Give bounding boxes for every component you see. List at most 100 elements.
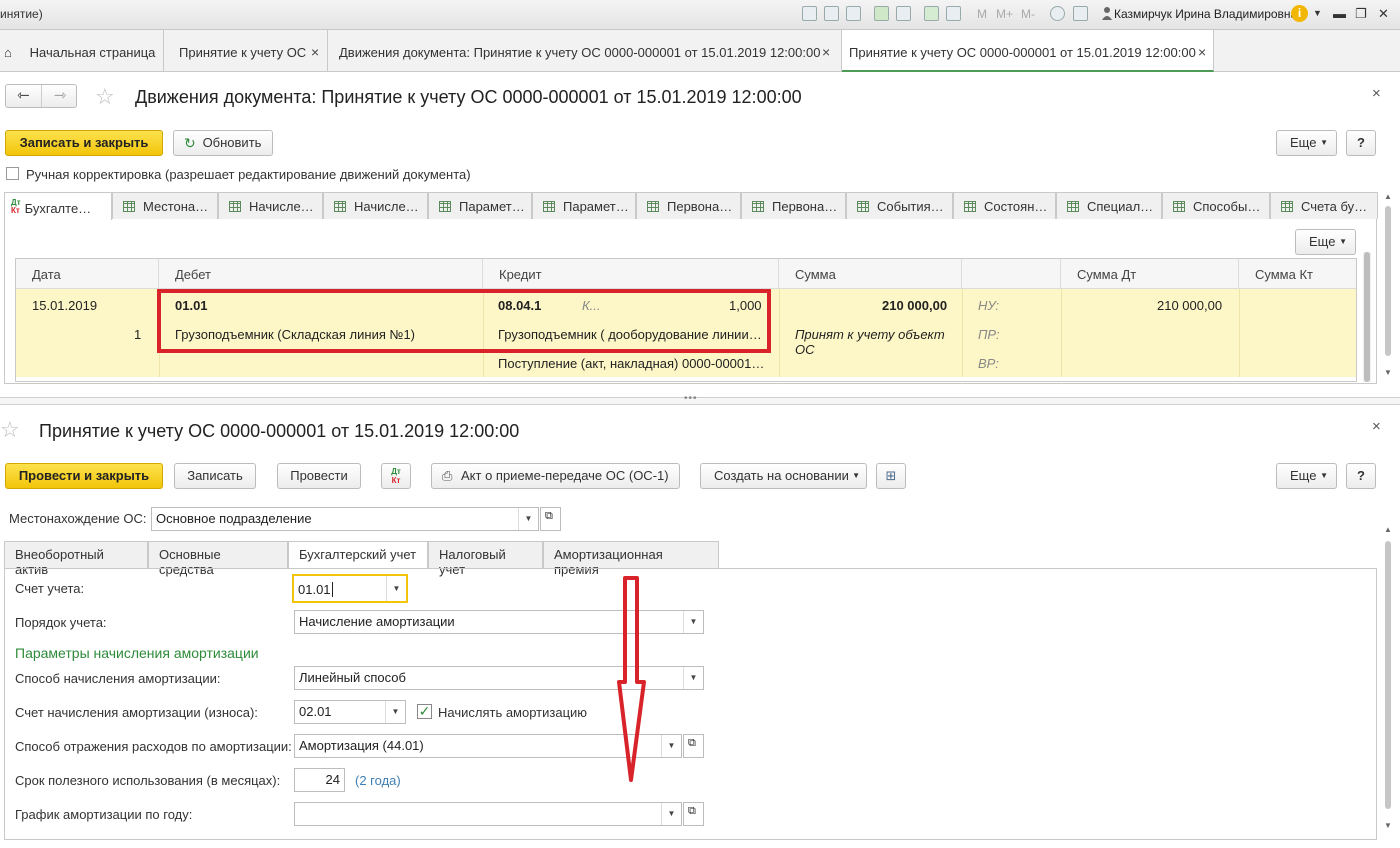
account-field[interactable]: 01.01 ▼ xyxy=(292,574,408,603)
close-window-icon[interactable]: ✕ xyxy=(1378,6,1389,22)
open-icon[interactable]: ⧉ xyxy=(540,507,561,531)
panel-scrollbar[interactable]: ▲ ▼ xyxy=(1384,192,1392,382)
nu-label: НУ: xyxy=(978,298,1000,313)
tab-document[interactable]: Принятие к учету ОС 0000-000001 от 15.01… xyxy=(842,30,1214,72)
tab-register-6[interactable]: Первона… xyxy=(636,192,741,219)
tab-noncurrent-asset[interactable]: Внеоборотный актив xyxy=(4,541,148,577)
tab-label: Бухгалте… xyxy=(24,201,92,216)
col-debit[interactable]: Дебет xyxy=(159,259,483,289)
tab-register-5[interactable]: Парамет… xyxy=(532,192,636,219)
col-credit[interactable]: Кредит xyxy=(483,259,779,289)
tab-register-7[interactable]: Первона… xyxy=(741,192,846,219)
panel-icon[interactable] xyxy=(1073,6,1088,21)
calculator-icon[interactable] xyxy=(924,6,939,21)
tab-label: Местона… xyxy=(143,199,209,214)
tab-depreciation-bonus[interactable]: Амортизационная премия xyxy=(543,541,719,577)
act-label: Акт о приеме-передаче ОС (ОС-1) xyxy=(461,468,669,483)
mail-icon[interactable] xyxy=(896,6,911,21)
table-scrollbar[interactable] xyxy=(1363,252,1371,382)
close-icon[interactable]: × xyxy=(822,44,830,60)
upload-icon[interactable] xyxy=(874,6,889,21)
restore-icon[interactable]: ❐ xyxy=(1355,6,1367,22)
m-button[interactable]: M xyxy=(977,7,987,21)
m-plus-button[interactable]: M+ xyxy=(996,7,1013,21)
chevron-down-icon[interactable]: ▼ xyxy=(661,803,681,825)
save-and-close-button[interactable]: Записать и закрыть xyxy=(5,130,163,156)
tab-register-4[interactable]: Парамет… xyxy=(428,192,532,219)
col-sum-dt[interactable]: Сумма Дт xyxy=(1061,259,1239,289)
chevron-down-icon[interactable]: ▼ xyxy=(385,701,405,723)
close-icon[interactable]: × xyxy=(1372,418,1381,435)
tab-register-2[interactable]: Начисле… xyxy=(218,192,323,219)
chevron-down-icon[interactable]: ▼ xyxy=(386,576,406,601)
open-icon[interactable]: ⧉ xyxy=(683,734,704,758)
col-date[interactable]: Дата xyxy=(16,259,159,289)
minimize-icon[interactable]: ▬ xyxy=(1333,6,1346,21)
save-icon[interactable] xyxy=(802,6,817,21)
calendar-icon[interactable] xyxy=(946,6,961,21)
more-button[interactable]: Еще ▼ xyxy=(1276,130,1337,156)
favorite-star-icon[interactable]: ☆ xyxy=(0,417,20,443)
document-scrollbar[interactable]: ▲ ▼ xyxy=(1384,525,1392,835)
schedule-field[interactable]: ▼ xyxy=(294,802,682,826)
create-based-label: Создать на основании xyxy=(714,468,849,483)
chevron-down-icon[interactable]: ▼ xyxy=(518,508,538,530)
back-arrow-icon[interactable]: ⇽ xyxy=(6,85,42,107)
chevron-down-icon[interactable]: ▼ xyxy=(683,611,703,633)
col-sum[interactable]: Сумма xyxy=(779,259,962,289)
zoom-icon[interactable] xyxy=(1050,6,1065,21)
term-field[interactable]: 24 xyxy=(294,768,345,792)
tab-register-8[interactable]: События… xyxy=(846,192,953,219)
manual-edit-checkbox[interactable] xyxy=(6,167,19,180)
tab-home[interactable]: ⌂ Начальная страница xyxy=(0,30,164,72)
splitter[interactable]: ••• xyxy=(0,393,1400,405)
print-icon[interactable] xyxy=(824,6,839,21)
forward-arrow-icon[interactable]: ⇾ xyxy=(42,85,78,107)
tab-tax[interactable]: Налоговый учет xyxy=(428,541,543,577)
tab-register-9[interactable]: Состоян… xyxy=(953,192,1056,219)
help-button[interactable]: ? xyxy=(1346,130,1376,156)
tab-label: Парамет… xyxy=(563,199,629,214)
more-button[interactable]: Еще ▼ xyxy=(1276,463,1337,489)
chevron-down-icon[interactable]: ▼ xyxy=(1313,8,1322,18)
close-icon[interactable]: × xyxy=(1372,85,1381,102)
post-and-close-button[interactable]: Провести и закрыть xyxy=(5,463,163,489)
tab-fixed-assets[interactable]: Основные средства xyxy=(148,541,288,577)
col-sum-kt[interactable]: Сумма Кт xyxy=(1239,259,1356,289)
help-button[interactable]: ? xyxy=(1346,463,1376,489)
open-icon[interactable]: ⧉ xyxy=(683,802,704,826)
dep-account-field[interactable]: 02.01 ▼ xyxy=(294,700,406,724)
m-minus-button[interactable]: M- xyxy=(1021,7,1035,21)
user-name[interactable]: Казмирчук Ирина Владимировна xyxy=(1114,7,1297,21)
expense-label: Способ отражения расходов по амортизации… xyxy=(15,739,292,754)
preview-icon[interactable] xyxy=(846,6,861,21)
close-icon[interactable]: × xyxy=(311,44,319,60)
act-os1-button[interactable]: ⎙ Акт о приеме-передаче ОС (ОС-1) xyxy=(431,463,680,489)
tab-register-1[interactable]: Местона… xyxy=(112,192,218,219)
favorite-star-icon[interactable]: ☆ xyxy=(95,84,115,110)
location-field[interactable]: Основное подразделение ▼ xyxy=(151,507,539,531)
dep-account-label: Счет начисления амортизации (износа): xyxy=(15,705,258,720)
refresh-button[interactable]: ↻ Обновить xyxy=(173,130,273,156)
post-button[interactable]: Провести xyxy=(277,463,361,489)
chevron-down-icon[interactable]: ▼ xyxy=(683,667,703,689)
tab-register-3[interactable]: Начисле… xyxy=(323,192,428,219)
tab-os-list[interactable]: Принятие к учету ОС × xyxy=(164,30,328,72)
chevron-down-icon[interactable]: ▼ xyxy=(661,735,681,757)
info-icon[interactable]: i xyxy=(1291,5,1308,22)
structure-icon[interactable]: ⊞ xyxy=(876,463,906,489)
tab-movements[interactable]: Движения документа: Принятие к учету ОС … xyxy=(328,30,842,72)
create-based-button[interactable]: Создать на основании ▼ xyxy=(700,463,867,489)
term-hint: (2 года) xyxy=(355,773,401,788)
tab-register-10[interactable]: Специал… xyxy=(1056,192,1162,219)
tab-register-11[interactable]: Способы… xyxy=(1162,192,1270,219)
pr-label: ПР: xyxy=(978,327,1000,342)
tab-accounting[interactable]: Дт Кт Бухгалте… xyxy=(4,192,112,220)
tab-register-12[interactable]: Счета бу… xyxy=(1270,192,1378,219)
dt-kt-button[interactable]: Дт Кт xyxy=(381,463,411,489)
close-icon[interactable]: × xyxy=(1198,44,1206,60)
charge-dep-checkbox[interactable]: ✓ xyxy=(417,704,432,719)
col-blank[interactable] xyxy=(962,259,1061,289)
save-button[interactable]: Записать xyxy=(174,463,256,489)
tab-accounting[interactable]: Бухгалтерский учет xyxy=(288,541,428,569)
